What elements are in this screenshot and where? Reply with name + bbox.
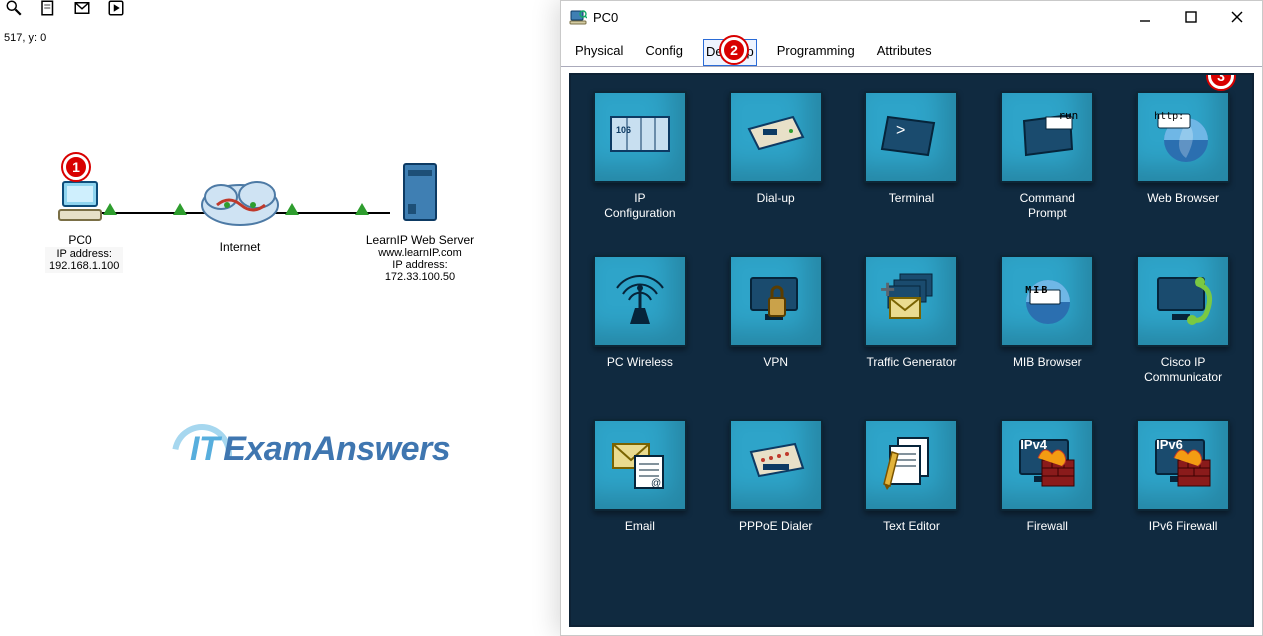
minimize-icon xyxy=(1139,11,1151,23)
vpn-icon xyxy=(729,255,823,347)
cloud-icon xyxy=(197,175,283,231)
tab-programming[interactable]: Programming xyxy=(775,39,857,66)
text-editor-icon xyxy=(864,419,958,511)
window-maximize-button[interactable] xyxy=(1168,2,1214,32)
app-ip-configuration-label: IPConfiguration xyxy=(580,191,700,221)
toolbar-icon-doc[interactable] xyxy=(36,0,60,22)
app-vpn[interactable]: VPN xyxy=(721,255,831,385)
app-dial-up-label: Dial-up xyxy=(716,191,836,206)
app-mib-browser[interactable]: MIB MIB Browser xyxy=(992,255,1102,385)
web-browser-icon: http: xyxy=(1136,91,1230,183)
window-title: PC0 xyxy=(593,10,618,25)
app-email[interactable]: @ Email xyxy=(585,419,695,534)
desktop-app-grid: 106 IPConfiguration Dial-up xyxy=(583,91,1240,534)
app-pc-wireless-label: PC Wireless xyxy=(580,355,700,370)
cisco-ip-communicator-icon xyxy=(1136,255,1230,347)
app-cisco-ip-communicator-label: Cisco IPCommunicator xyxy=(1123,355,1243,385)
device-pc0-label: PC0 xyxy=(45,233,115,247)
app-ip-configuration[interactable]: 106 IPConfiguration xyxy=(585,91,695,221)
pc-icon xyxy=(55,180,105,224)
app-web-browser-label: Web Browser xyxy=(1123,191,1243,206)
app-pc-wireless[interactable]: PC Wireless xyxy=(585,255,695,385)
svg-text:@: @ xyxy=(651,478,661,489)
tab-bar: Physical Config Desktop Programming Attr… xyxy=(561,33,1262,67)
topology-diagram: 1 PC0 IP address: 192.168.1.100 Internet xyxy=(15,150,495,410)
device-web-server[interactable]: LearnIP Web Server www.learnIP.com IP ad… xyxy=(365,160,475,283)
app-command-prompt[interactable]: run CommandPrompt xyxy=(992,91,1102,221)
window-app-icon xyxy=(569,8,587,26)
app-firewall-v6[interactable]: IPv6 IPv6 Firewall xyxy=(1128,419,1238,534)
pppoe-dialer-icon xyxy=(729,419,823,511)
device-server-url: www.learnIP.com xyxy=(365,247,475,259)
desktop-app-area[interactable]: 3 106 IPConfiguration xyxy=(569,73,1254,627)
server-icon xyxy=(398,160,442,224)
app-command-prompt-label: CommandPrompt xyxy=(987,191,1107,221)
tab-attributes[interactable]: Attributes xyxy=(875,39,934,66)
app-traffic-generator[interactable]: + Traffic Generator xyxy=(856,255,966,385)
pc-wireless-icon xyxy=(593,255,687,347)
app-text-editor-label: Text Editor xyxy=(851,519,971,534)
mib-browser-tag: MIB xyxy=(1025,285,1049,296)
tab-config[interactable]: Config xyxy=(643,39,685,66)
pc0-config-window: PC0 Physical Config Desktop Programming … xyxy=(560,0,1263,636)
svg-text:106: 106 xyxy=(616,125,631,135)
ip-configuration-icon: 106 xyxy=(593,91,687,183)
cursor-coordinates: 517, y: 0 xyxy=(0,30,50,46)
device-server-label: LearnIP Web Server xyxy=(365,233,475,247)
app-terminal-label: Terminal xyxy=(851,191,971,206)
svg-text:+: + xyxy=(880,274,895,304)
step-badge-1: 1 xyxy=(63,154,89,180)
device-pc0[interactable]: 1 PC0 IP address: 192.168.1.100 xyxy=(45,180,115,274)
step-badge-3: 3 xyxy=(1208,73,1234,89)
toolbar-icon-note[interactable] xyxy=(70,0,94,22)
traffic-generator-icon: + xyxy=(864,255,958,347)
firewall-v6-icon: IPv6 xyxy=(1136,419,1230,511)
command-prompt-icon: run xyxy=(1000,91,1094,183)
step-badge-2: 2 xyxy=(721,37,747,63)
firewall-v4-icon: IPv4 xyxy=(1000,419,1094,511)
app-pppoe-dialer-label: PPPoE Dialer xyxy=(716,519,836,534)
app-dial-up[interactable]: Dial-up xyxy=(721,91,831,221)
device-internet-cloud[interactable]: Internet xyxy=(190,175,290,254)
close-icon xyxy=(1231,11,1243,23)
firewall-v6-tag: IPv6 xyxy=(1156,437,1183,452)
terminal-icon: > xyxy=(864,91,958,183)
app-web-browser[interactable]: http: Web Browser xyxy=(1128,91,1238,221)
toolbar-strip xyxy=(0,0,560,20)
app-email-label: Email xyxy=(580,519,700,534)
app-traffic-generator-label: Traffic Generator xyxy=(851,355,971,370)
app-text-editor[interactable]: Text Editor xyxy=(856,419,966,534)
app-mib-browser-label: MIB Browser xyxy=(987,355,1107,370)
app-terminal[interactable]: > Terminal xyxy=(856,91,966,221)
firewall-v4-tag: IPv4 xyxy=(1020,437,1047,452)
window-close-button[interactable] xyxy=(1214,2,1260,32)
app-pppoe-dialer[interactable]: PPPoE Dialer xyxy=(721,419,831,534)
web-browser-tag: http: xyxy=(1154,111,1184,122)
email-icon: @ xyxy=(593,419,687,511)
watermark-it: IT xyxy=(190,430,219,469)
app-firewall-v4[interactable]: IPv4 Firewall xyxy=(992,419,1102,534)
app-firewall-v6-label: IPv6 Firewall xyxy=(1123,519,1243,534)
app-firewall-v4-label: Firewall xyxy=(987,519,1107,534)
command-prompt-tag: run xyxy=(1058,109,1078,122)
device-internet-label: Internet xyxy=(190,240,290,254)
maximize-icon xyxy=(1185,11,1197,23)
window-minimize-button[interactable] xyxy=(1122,2,1168,32)
mib-browser-icon: MIB xyxy=(1000,255,1094,347)
app-vpn-label: VPN xyxy=(716,355,836,370)
titlebar: PC0 xyxy=(561,1,1262,33)
dial-up-icon xyxy=(729,91,823,183)
watermark: IT ExamAnswers xyxy=(190,430,450,469)
svg-text:>: > xyxy=(896,122,905,139)
watermark-text: ExamAnswers xyxy=(223,430,450,469)
device-pc0-ip: IP address: 192.168.1.100 xyxy=(45,247,123,273)
tab-physical[interactable]: Physical xyxy=(573,39,625,66)
app-cisco-ip-communicator[interactable]: Cisco IPCommunicator xyxy=(1128,255,1238,385)
toolbar-icon-magnify[interactable] xyxy=(2,0,26,22)
device-server-ip: IP address: 172.33.100.50 xyxy=(365,259,475,283)
toolbar-icon-run[interactable] xyxy=(104,0,128,22)
